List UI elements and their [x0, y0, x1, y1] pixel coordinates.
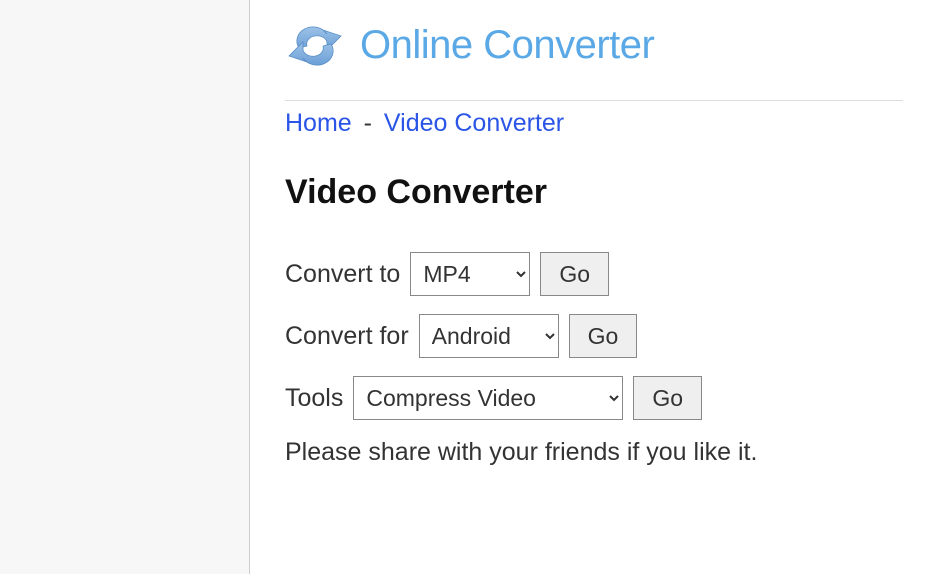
- header-divider: [285, 100, 903, 101]
- share-prompt: Please share with your friends if you li…: [285, 438, 903, 467]
- convert-to-row: Convert to MP4 Go: [285, 252, 903, 296]
- logo-row: Online Converter: [285, 20, 903, 88]
- page-title: Video Converter: [285, 173, 903, 212]
- tools-go-button[interactable]: Go: [633, 376, 702, 420]
- left-sidebar: [0, 0, 250, 574]
- tools-row: Tools Compress Video Go: [285, 376, 903, 420]
- refresh-arrows-icon: [285, 20, 345, 70]
- breadcrumb-separator: -: [364, 109, 372, 137]
- tools-label: Tools: [285, 384, 343, 413]
- convert-for-label: Convert for: [285, 322, 409, 351]
- convert-to-go-button[interactable]: Go: [540, 252, 609, 296]
- main-content: Online Converter Home - Video Converter …: [250, 0, 938, 574]
- convert-for-go-button[interactable]: Go: [569, 314, 638, 358]
- breadcrumb: Home - Video Converter: [285, 109, 903, 138]
- tools-select[interactable]: Compress Video: [353, 376, 623, 420]
- convert-to-label: Convert to: [285, 260, 400, 289]
- breadcrumb-current-link[interactable]: Video Converter: [384, 109, 564, 137]
- convert-to-select[interactable]: MP4: [410, 252, 530, 296]
- convert-for-select[interactable]: Android: [419, 314, 559, 358]
- site-title: Online Converter: [360, 23, 654, 68]
- convert-for-row: Convert for Android Go: [285, 314, 903, 358]
- breadcrumb-home-link[interactable]: Home: [285, 109, 352, 137]
